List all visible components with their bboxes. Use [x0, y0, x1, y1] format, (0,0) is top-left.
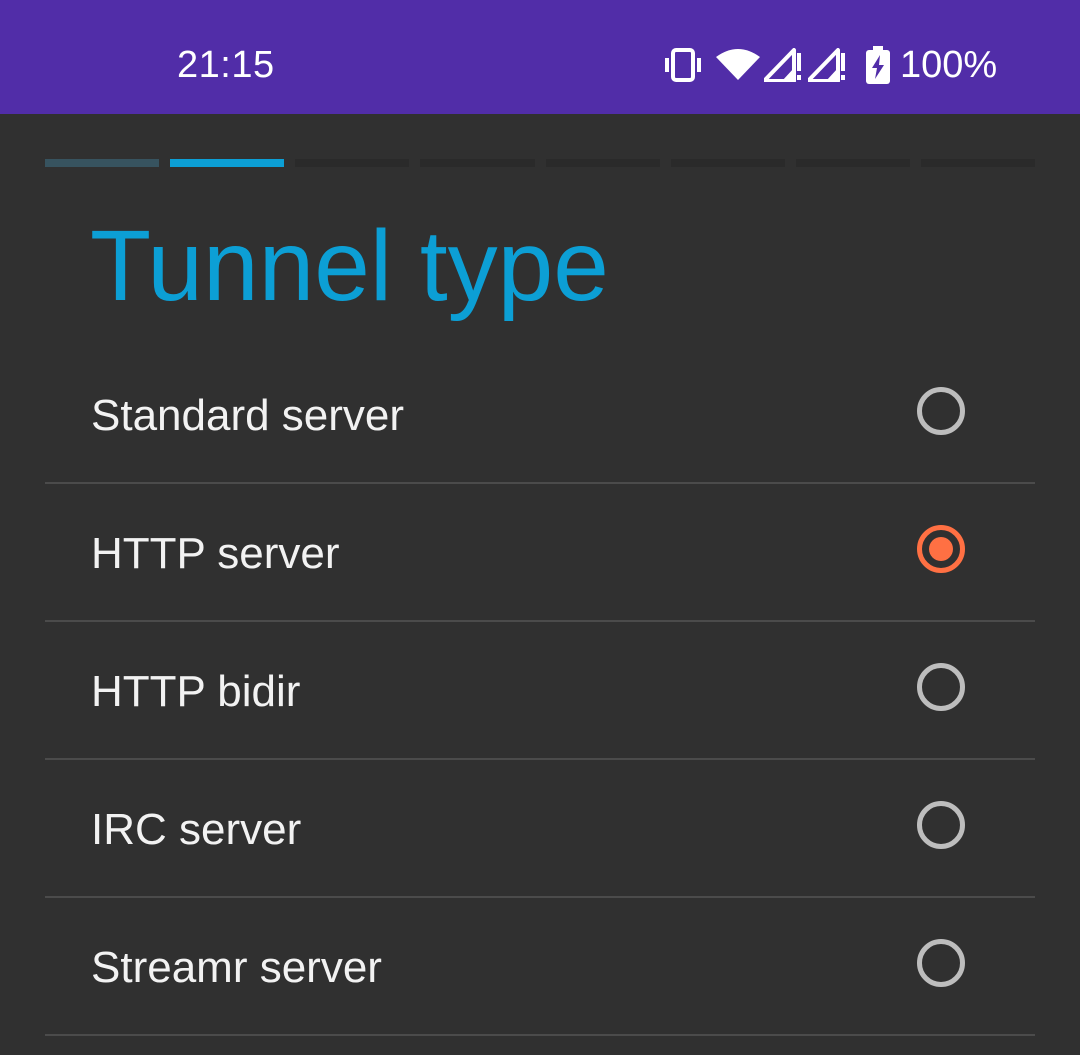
tunnel-type-option-standard-server[interactable]: Standard server [45, 346, 1035, 484]
radio-button[interactable] [917, 801, 965, 849]
wifi-icon [716, 48, 760, 82]
option-label: HTTP bidir [91, 667, 301, 716]
step-indicator-3 [295, 159, 410, 167]
tunnel-type-option-irc-server[interactable]: IRC server [45, 760, 1035, 898]
option-label: IRC server [91, 805, 302, 854]
radio-dot [929, 537, 953, 561]
option-label: Streamr server [91, 943, 382, 992]
step-indicator-1 [45, 159, 160, 167]
option-label: HTTP server [91, 529, 340, 578]
wizard-page: Tunnel type Standard server HTTP server … [0, 114, 1080, 1055]
step-indicator-7 [795, 159, 910, 167]
battery-charging-icon [866, 46, 890, 84]
battery-percentage: 100% [900, 44, 998, 86]
vibrate-icon [662, 48, 704, 82]
radio-button[interactable] [917, 387, 965, 435]
radio-button[interactable] [917, 663, 965, 711]
tunnel-type-option-http-bidir[interactable]: HTTP bidir [45, 622, 1035, 760]
step-indicator-6 [670, 159, 785, 167]
tunnel-type-option-http-server[interactable]: HTTP server [45, 484, 1035, 622]
status-icons: 100% [662, 40, 997, 90]
signal-no-service-icon [764, 48, 804, 82]
page-title: Tunnel type [90, 210, 609, 322]
tunnel-type-list: Standard server HTTP server HTTP bidir I… [45, 346, 1035, 1036]
status-time: 21:15 [177, 44, 275, 86]
status-bar: 21:15 100% [0, 0, 1080, 114]
step-indicator-5 [545, 159, 660, 167]
option-label: Standard server [91, 391, 405, 440]
step-indicator-2 [170, 159, 285, 167]
step-progress-indicator [45, 159, 1035, 167]
step-indicator-4 [420, 159, 535, 167]
radio-button[interactable] [917, 939, 965, 987]
step-indicator-8 [920, 159, 1035, 167]
tunnel-type-option-streamr-server[interactable]: Streamr server [45, 898, 1035, 1036]
radio-button[interactable] [917, 525, 965, 573]
signal-no-service-icon [808, 48, 848, 82]
